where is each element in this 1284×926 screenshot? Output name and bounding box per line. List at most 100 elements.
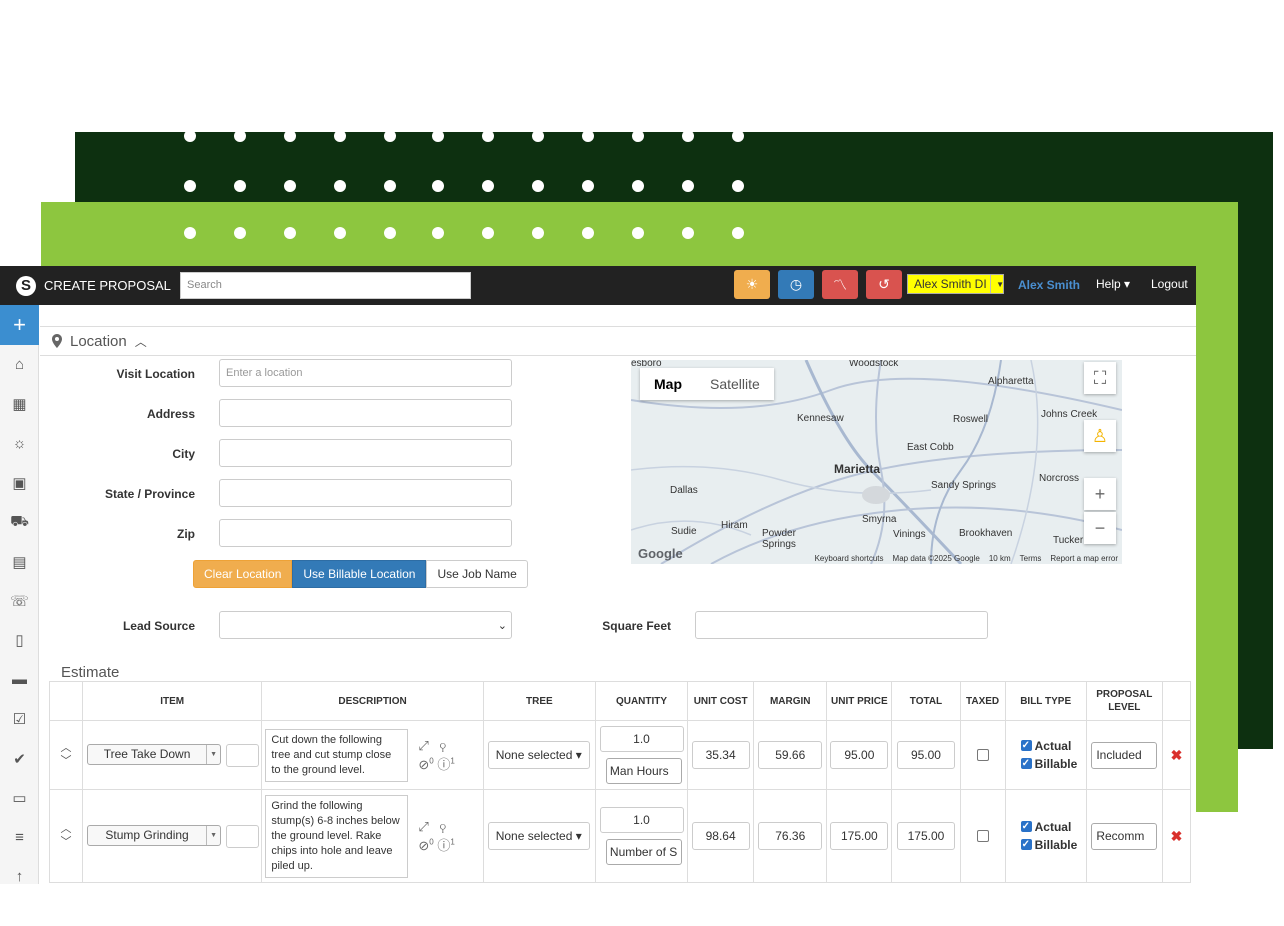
archive-icon[interactable]: ▭ [0, 778, 39, 817]
truck-icon[interactable]: ⛟ [0, 503, 39, 542]
chevron-down-icon: ▼ [206, 744, 220, 764]
clipboard-icon[interactable]: ▤ [0, 542, 39, 581]
attachment-icon[interactable]: ⊘ [418, 757, 429, 772]
lead-source-select[interactable]: ⌄ [219, 611, 512, 639]
row-move-handle[interactable]: ︿ ﹀ [48, 789, 84, 883]
add-icon[interactable]: + [0, 305, 39, 345]
column-header-item: ITEM [82, 681, 263, 721]
logout-link[interactable]: Logout [1151, 277, 1188, 291]
attachment-icon[interactable]: ⊘ [418, 838, 429, 853]
dashboard-icon[interactable]: ▦ [0, 384, 39, 423]
taxed-checkbox[interactable] [976, 830, 989, 842]
address-input[interactable] [219, 399, 512, 427]
chart-icon-button[interactable]: 〽 [822, 270, 858, 299]
expand-icon[interactable]: ⤢ [418, 819, 428, 834]
chevron-down-icon[interactable]: ﹀ [61, 755, 72, 767]
quantity-input[interactable]: 1.0 [599, 807, 684, 833]
user-select[interactable]: Alex Smith DI ▼ [907, 274, 1004, 294]
actual-checkbox[interactable] [1020, 818, 1032, 836]
item-select[interactable]: Tree Take Down ▼ [87, 743, 222, 765]
tree-select[interactable]: None selected ▾ [487, 741, 590, 769]
description-textarea[interactable]: Cut down the following tree and cut stum… [265, 728, 409, 782]
city-input[interactable] [219, 439, 512, 467]
total-input[interactable]: 95.00 [896, 741, 955, 769]
chevron-down-icon[interactable]: ﹀ [61, 836, 72, 848]
billable-checkbox[interactable] [1020, 755, 1032, 773]
square-feet-input[interactable] [695, 611, 988, 639]
clock-icon-button[interactable]: ◷ [778, 270, 814, 299]
address-label: Address [146, 407, 195, 421]
taxed-checkbox[interactable] [976, 749, 989, 761]
expand-icon[interactable]: ⤢ [418, 738, 428, 753]
map-tab[interactable]: Map [640, 368, 696, 400]
sun-icon-button[interactable]: ☀ [734, 270, 770, 299]
map-scale[interactable]: 10 km [989, 554, 1011, 563]
clear-location-button[interactable]: Clear Location [193, 560, 293, 588]
document-icon[interactable]: ▯ [0, 621, 39, 660]
row-move-handle[interactable]: ︿ ﹀ [48, 720, 84, 790]
item-code-input[interactable] [226, 743, 260, 767]
map-town: Woodstock [849, 360, 899, 369]
clipboard-check-icon[interactable]: ✔ [0, 739, 39, 778]
delete-row-icon[interactable]: ✖ [1161, 789, 1192, 883]
delete-row-icon[interactable]: ✖ [1161, 720, 1192, 790]
terms-link[interactable]: Terms [1020, 554, 1042, 563]
info-icon[interactable]: ⓘ [437, 838, 450, 853]
total-input[interactable]: 175.00 [896, 822, 955, 850]
info-icon[interactable]: ⓘ [437, 757, 450, 772]
list-icon[interactable]: ≡ [0, 818, 39, 857]
actual-checkbox[interactable] [1020, 737, 1032, 755]
location-section-header[interactable]: Location ︿ [40, 326, 1196, 356]
location-title: Location [70, 332, 127, 350]
pegman-icon[interactable]: ♙ [1084, 420, 1116, 452]
calendar-icon[interactable]: ▣ [0, 463, 39, 502]
zip-input[interactable] [219, 519, 512, 547]
keyboard-shortcuts-link[interactable]: Keyboard shortcuts [815, 554, 884, 563]
item-select[interactable]: Stump Grinding ▼ [87, 824, 222, 846]
unit-cost-input[interactable]: 35.34 [691, 741, 750, 769]
proposal-level-select[interactable]: Included [1091, 741, 1158, 769]
phone-icon[interactable]: ☏ [0, 581, 39, 620]
satellite-tab[interactable]: Satellite [696, 368, 774, 400]
history-icon-button[interactable]: ↺ [866, 270, 902, 299]
unit-cost-input[interactable]: 98.64 [691, 822, 750, 850]
sun-icon[interactable]: ☼ [0, 424, 39, 463]
help-menu[interactable]: Help ▾ [1096, 277, 1130, 291]
use-job-name-button[interactable]: Use Job Name [426, 560, 528, 588]
fullscreen-icon[interactable]: ⛶ [1084, 362, 1116, 394]
briefcase-icon[interactable]: ▬ [0, 660, 39, 699]
state-input[interactable] [219, 479, 512, 507]
quantity-input[interactable]: 1.0 [599, 726, 684, 752]
chevron-up-icon[interactable]: ︿ [135, 333, 147, 350]
description-textarea[interactable]: Grind the following stump(s) 6-8 inches … [265, 794, 409, 878]
unit-price-input[interactable]: 95.00 [830, 741, 889, 769]
unit-select[interactable]: Number of S [605, 839, 682, 865]
use-billable-location-button[interactable]: Use Billable Location [292, 560, 427, 588]
unit-price-input[interactable]: 175.00 [830, 822, 889, 850]
home-icon[interactable]: ⌂ [0, 345, 39, 384]
item-code-input[interactable] [226, 824, 260, 848]
report-map-error-link[interactable]: Report a map error [1050, 554, 1118, 563]
billable-checkbox[interactable] [1020, 836, 1032, 854]
zoom-in-icon[interactable]: + [1084, 478, 1116, 510]
unit-select[interactable]: Man Hours [605, 758, 682, 784]
chevron-up-icon[interactable]: ︿ [61, 742, 72, 754]
visit-location-input[interactable]: Enter a location [219, 359, 512, 387]
zoom-out-icon[interactable]: − [1084, 512, 1116, 544]
table-row: ︿ ﹀ Stump Grinding ▼ Grind the following s… [48, 789, 1192, 883]
margin-input[interactable]: 59.66 [758, 741, 823, 769]
margin-input[interactable]: 76.36 [758, 822, 823, 850]
location-map[interactable]: Map Satellite ⛶ ♙ + − esboro Woodstock A… [631, 360, 1122, 564]
user-name-link[interactable]: Alex Smith [1018, 278, 1080, 292]
search-input[interactable]: Search [180, 272, 471, 299]
arrow-up-icon[interactable]: ↑ [0, 857, 39, 884]
checklist-icon[interactable]: ☑ [0, 700, 39, 739]
decorative-dot [582, 180, 594, 192]
map-pin-icon[interactable]: ⚲ [440, 738, 446, 753]
tree-select[interactable]: None selected ▾ [487, 822, 590, 850]
brand[interactable]: CREATE PROPOSAL [0, 275, 180, 296]
chevron-up-icon[interactable]: ︿ [61, 823, 72, 835]
map-pin-icon[interactable]: ⚲ [440, 819, 446, 834]
proposal-level-select[interactable]: Recomm [1091, 822, 1158, 850]
decorative-dot [632, 180, 644, 192]
